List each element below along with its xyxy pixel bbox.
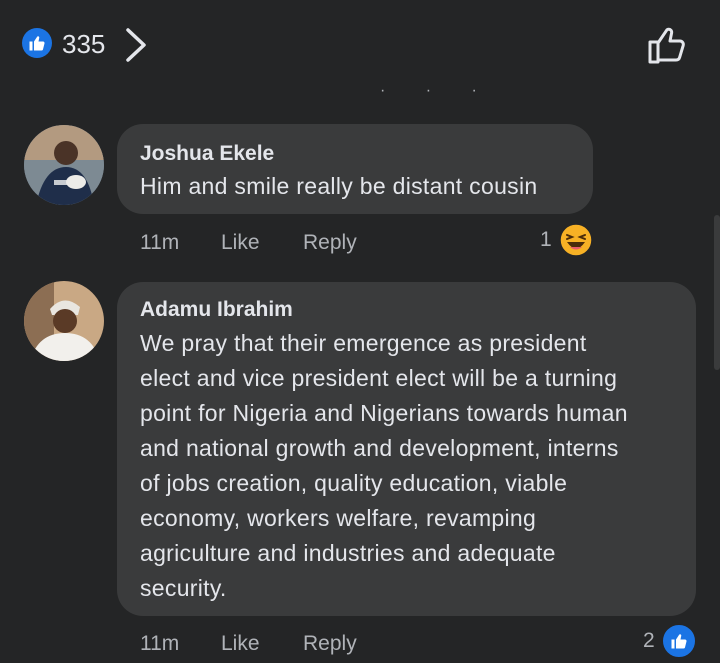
thumbs-up-icon[interactable] [22,28,52,58]
chevron-right-icon[interactable] [122,26,150,64]
haha-emoji-icon[interactable] [559,223,593,257]
reply-link[interactable]: Reply [303,632,357,656]
like-count[interactable]: 335 [62,29,105,60]
comment-time: 11m [140,231,180,254]
reactions-header: 335 · · · [0,0,720,99]
avatar[interactable] [24,125,104,205]
comment-text-line: We pray that their emergence as presiden… [140,330,587,356]
comment-text-line: of jobs creation, quality education, via… [140,470,568,496]
reaction-count[interactable]: 1 [540,228,552,252]
avatar[interactable] [24,281,104,361]
comment-text-line: point for Nigeria and Nigerians towards … [140,400,628,426]
comment-author[interactable]: Joshua Ekele [140,142,274,166]
comment-author[interactable]: Adamu Ibrahim [140,298,293,322]
like-link[interactable]: Like [221,632,260,656]
comment-text-line: and national growth and development, int… [140,435,619,461]
comment-text: Him and smile really be distant cousin [140,173,538,199]
comment-text-line: economy, workers welfare, revamping [140,505,537,531]
scrollbar[interactable] [714,215,720,370]
divider-dots: · · · [380,82,495,99]
like-outline-icon[interactable] [644,22,692,70]
like-reaction-icon[interactable] [662,624,696,658]
comment-time: 11m [140,632,180,655]
comment-text: We pray that their emergence as presiden… [140,326,680,606]
comment-text-line: agriculture and industries and adequate [140,540,556,566]
like-link[interactable]: Like [221,231,260,255]
comment-text-line: elect and vice president elect will be a… [140,365,618,391]
reply-link[interactable]: Reply [303,231,357,255]
reaction-count[interactable]: 2 [643,629,655,653]
comment-text-line: security. [140,575,227,601]
